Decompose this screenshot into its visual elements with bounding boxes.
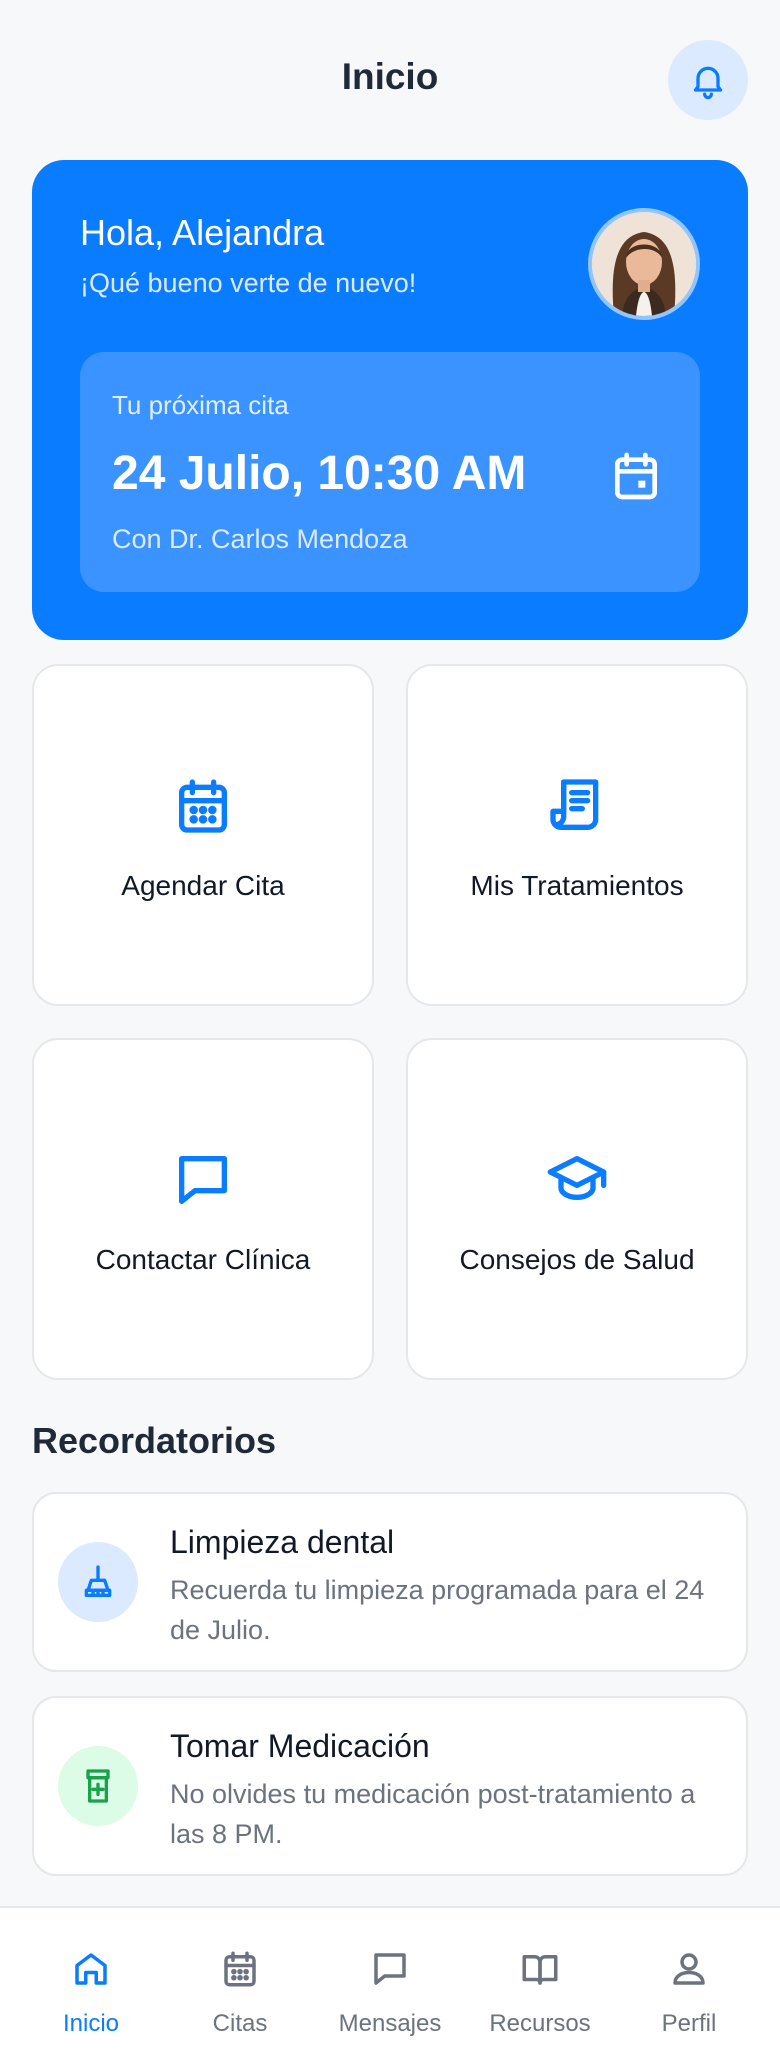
nav-label: Citas	[212, 2010, 268, 2037]
reminder-description: Recuerda tu limpieza programada para el …	[170, 1575, 705, 1645]
nav-item-messages[interactable]: Mensajes	[315, 1908, 465, 2068]
reminder-item[interactable]: Limpieza dental Recuerda tu limpieza pro…	[32, 1492, 748, 1672]
book-icon	[522, 1955, 558, 1985]
graduation-cap-icon	[547, 1156, 607, 1200]
brush-icon	[84, 1565, 112, 1597]
next-appointment-label: Tu próxima cita	[112, 390, 289, 420]
medication-icon	[86, 1769, 110, 1803]
calendar-event-icon	[615, 452, 657, 500]
nav-item-profile[interactable]: Perfil	[614, 1908, 764, 2068]
avatar[interactable]	[588, 208, 700, 320]
reminder-title: Tomar Medicación	[170, 1728, 430, 1764]
my-treatments-tile[interactable]: Mis Tratamientos	[406, 664, 748, 1006]
nav-label: Recursos	[489, 2010, 591, 2037]
reminder-item[interactable]: Tomar Medicación No olvides tu medicació…	[32, 1696, 748, 1876]
calendar-icon	[224, 1951, 256, 1987]
tile-label: Agendar Cita	[121, 870, 285, 901]
app-header: Inicio	[0, 0, 780, 160]
reminder-description: No olvides tu medicación post-tratamient…	[170, 1779, 696, 1849]
page-title: Inicio	[341, 56, 439, 97]
nav-item-home[interactable]: Inicio	[16, 1908, 166, 2068]
next-appointment-card[interactable]: Tu próxima cita 24 Julio, 10:30 AM Con D…	[80, 352, 700, 592]
next-appointment-doctor: Con Dr. Carlos Mendoza	[112, 524, 408, 554]
home-icon	[75, 1953, 107, 1985]
schedule-appointment-tile[interactable]: Agendar Cita	[32, 664, 374, 1006]
chat-icon	[179, 1156, 227, 1204]
reminders-title: Recordatorios	[32, 1420, 277, 1461]
reminder-icon-badge	[58, 1746, 138, 1826]
nav-label: Mensajes	[338, 2010, 442, 2037]
tile-label: Mis Tratamientos	[470, 870, 684, 901]
person-icon	[673, 1953, 705, 1985]
calendar-grid-icon	[179, 779, 227, 833]
message-icon	[374, 1953, 406, 1985]
contact-clinic-tile[interactable]: Contactar Clínica	[32, 1038, 374, 1380]
reminder-title: Limpieza dental	[170, 1524, 395, 1560]
greeting-subtitle: ¡Qué bueno verte de nuevo!	[80, 268, 417, 298]
greeting-text: Hola, Alejandra	[80, 212, 325, 253]
notifications-button[interactable]	[668, 40, 748, 120]
tile-label: Consejos de Salud	[459, 1244, 695, 1275]
user-portrait-icon	[592, 212, 696, 316]
bottom-navigation: Inicio Citas Mensajes Recursos Perfil	[0, 1906, 780, 2068]
nav-label: Inicio	[62, 2010, 120, 2037]
tile-label: Contactar Clínica	[95, 1244, 311, 1275]
bell-icon	[693, 66, 723, 100]
health-tips-tile[interactable]: Consejos de Salud	[406, 1038, 748, 1380]
welcome-card: Hola, Alejandra ¡Qué bueno verte de nuev…	[32, 160, 748, 640]
nav-label: Perfil	[661, 2010, 717, 2037]
nav-item-appointments[interactable]: Citas	[165, 1908, 315, 2068]
nav-item-resources[interactable]: Recursos	[465, 1908, 615, 2068]
reminder-icon-badge	[58, 1542, 138, 1622]
next-appointment-datetime: 24 Julio, 10:30 AM	[112, 447, 527, 500]
receipt-icon	[550, 779, 599, 830]
